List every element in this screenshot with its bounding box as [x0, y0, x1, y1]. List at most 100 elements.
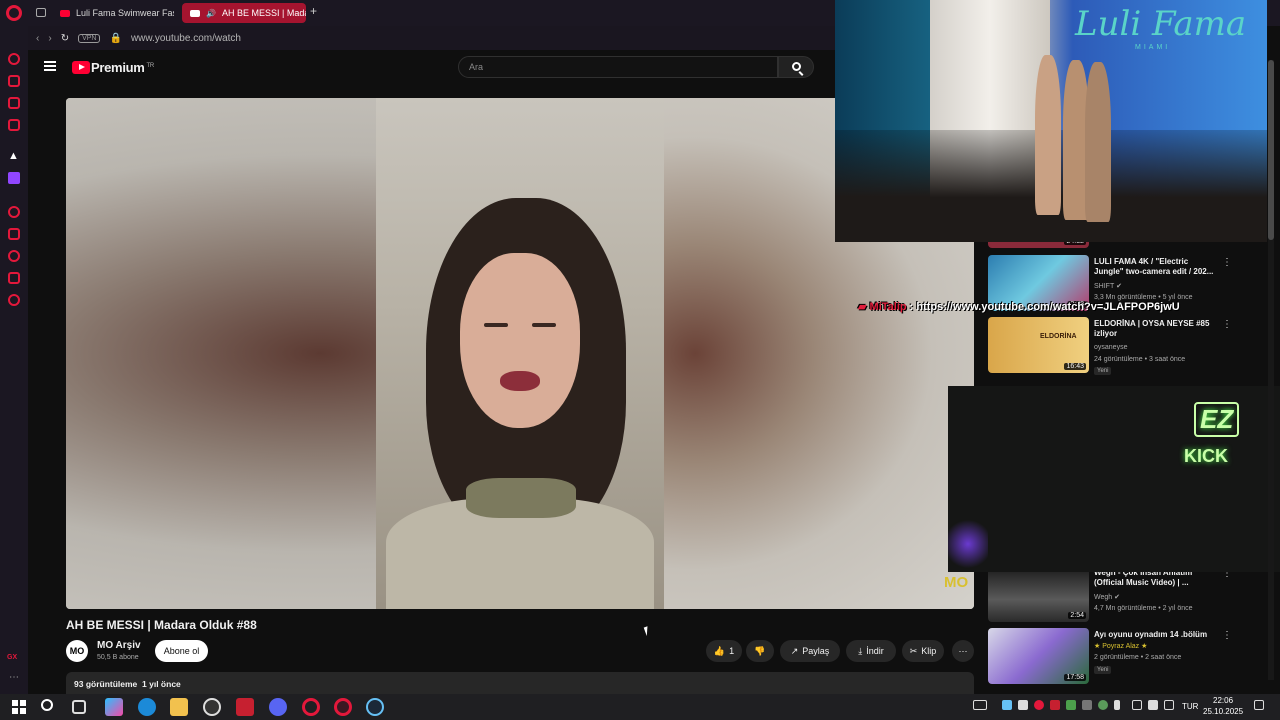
clip-button[interactable]: ✂ Klip [902, 640, 944, 662]
youtube-logo-icon[interactable] [72, 61, 90, 74]
scrollbar-thumb[interactable] [1268, 60, 1274, 240]
search-icon [792, 62, 801, 71]
task-view-icon[interactable] [72, 700, 86, 714]
verified-icon: ✔ [1114, 594, 1120, 601]
dislike-button[interactable]: 👎 [746, 640, 774, 662]
download-button[interactable]: ⤓ İndir [846, 640, 896, 662]
url-field[interactable]: www.youtube.com/watch [131, 33, 241, 44]
clock-time[interactable]: 22:06 [1213, 696, 1233, 705]
streamer-webcam-overlay: EZ KICK [948, 386, 1280, 572]
bag-icon[interactable] [8, 75, 20, 87]
video-thumbnail[interactable]: ELDORİNA 16:43 [988, 317, 1089, 373]
recommendation-title[interactable]: LULI FAMA 4K / "Electric Jungle" two-cam… [1094, 257, 1218, 277]
search-input[interactable]: Ara [458, 56, 778, 78]
language-indicator[interactable]: TUR [1182, 702, 1198, 711]
tray-app-icon[interactable] [1050, 700, 1060, 710]
search-icon[interactable] [41, 699, 53, 711]
page-scrollbar[interactable] [1268, 60, 1274, 680]
tray-app-icon[interactable] [1082, 700, 1092, 710]
player-icon[interactable] [8, 206, 20, 218]
tab-ah-be-messi[interactable]: 🔊 AH BE MESSI | Madar [182, 3, 306, 23]
notifications-icon[interactable] [1254, 700, 1264, 710]
kebab-menu-icon[interactable]: ⋮ [1222, 319, 1232, 330]
volume-icon[interactable] [1148, 700, 1158, 710]
verified-icon: ✔ [1116, 283, 1122, 290]
steam-icon[interactable] [366, 698, 384, 716]
battery-icon[interactable] [1164, 700, 1174, 710]
pinboard-icon[interactable] [8, 228, 20, 240]
edge-icon[interactable] [138, 698, 156, 716]
tray-app-icon[interactable] [1098, 700, 1108, 710]
share-button[interactable]: ↗ Paylaş [780, 640, 840, 662]
view-count: 93 görüntüleme [74, 679, 138, 689]
search-button[interactable] [778, 56, 814, 78]
clock-date[interactable]: 25.10.2025 [1203, 707, 1243, 716]
messenger-icon[interactable] [8, 97, 20, 109]
kebab-menu-icon[interactable]: ⋮ [1222, 257, 1232, 268]
video-description-box[interactable]: 93 görüntüleme 1 yıl önce [66, 672, 974, 694]
subscriber-count: 50,5 B abone [97, 654, 139, 661]
copilot-icon[interactable] [105, 698, 123, 716]
file-explorer-icon[interactable] [170, 698, 188, 716]
twitch-icon[interactable] [8, 172, 20, 184]
windows-start-icon[interactable] [12, 700, 26, 714]
lock-icon[interactable]: 🔒 [109, 33, 121, 44]
opera-logo-icon[interactable] [6, 5, 22, 21]
tab-overview-icon[interactable] [36, 8, 46, 17]
recommendation-meta: 2 görüntüleme • 2 saat önce [1094, 654, 1182, 661]
youtube-premium-logo[interactable]: Premium TR [91, 60, 154, 75]
obs-icon[interactable] [203, 698, 221, 716]
recommendation-title[interactable]: Ayı oyunu oynadım 14 .bölüm [1094, 630, 1218, 640]
more-actions-button[interactable]: ⋯ [952, 640, 974, 662]
opera-gx-icon[interactable] [334, 698, 352, 716]
new-tab-button[interactable]: + [310, 4, 317, 18]
recommendation-channel[interactable]: SHIFT [1094, 283, 1114, 290]
channel-name[interactable]: MO Arşiv [97, 640, 141, 651]
person-face [460, 253, 580, 428]
voicemod-icon[interactable] [236, 698, 254, 716]
thumbs-up-icon: 👍 [713, 645, 726, 656]
tray-app-icon[interactable] [1018, 700, 1028, 710]
gx-icon[interactable]: GX [7, 654, 17, 661]
arc-icon[interactable]: ▲ [8, 150, 19, 162]
opera-icon[interactable] [302, 698, 320, 716]
discord-icon[interactable] [269, 698, 287, 716]
like-button[interactable]: 👍 1 [706, 640, 742, 662]
speaker-icon[interactable]: 🔊 [206, 9, 216, 18]
back-icon[interactable]: ‹ [36, 33, 39, 44]
forward-icon[interactable]: › [48, 33, 51, 44]
tray-app-icon[interactable] [1034, 700, 1044, 710]
recommendation-title[interactable]: ELDORİNA | OYSA NEYSE #85 izliyor [1094, 319, 1218, 339]
recommendation-item[interactable]: 17:58 Ayı oyunu oynadım 14 .bölüm ★ Poyr… [988, 628, 1232, 686]
recommendation-channel[interactable]: oysaneyse [1094, 344, 1127, 351]
new-badge: Yeni [1094, 367, 1112, 375]
reload-icon[interactable]: ↻ [61, 33, 69, 44]
tray-app-icon[interactable] [1066, 700, 1076, 710]
vpn-badge[interactable]: VPN [78, 33, 101, 43]
history-icon[interactable] [8, 250, 20, 262]
news-icon[interactable] [8, 119, 20, 131]
menu-icon[interactable] [44, 61, 56, 71]
kebab-menu-icon[interactable]: ⋮ [1222, 630, 1232, 641]
keyboard-icon[interactable] [973, 700, 987, 710]
recommendation-channel[interactable]: Wegh [1094, 594, 1112, 601]
video-title: AH BE MESSI | Madara Olduk #88 [66, 618, 257, 632]
share-icon: ↗ [790, 645, 799, 656]
extensions-icon[interactable] [8, 272, 20, 284]
recommendation-channel[interactable]: ★ Poyraz Alaz ★ [1094, 642, 1147, 650]
recommendation-item[interactable]: ELDORİNA 16:43 ELDORİNA | OYSA NEYSE #85… [988, 317, 1232, 375]
chat-username: MiTalip [869, 301, 907, 313]
channel-avatar[interactable]: MO [66, 640, 88, 662]
network-icon[interactable] [1132, 700, 1142, 710]
video-thumbnail[interactable]: 17:58 [988, 628, 1089, 684]
settings-icon[interactable] [8, 294, 20, 306]
tray-app-icon[interactable] [1002, 700, 1012, 710]
more-icon[interactable]: ⋯ [9, 672, 19, 683]
recommendation-item[interactable]: 2:54 Wegh - Çok İnsan Anlatım (Official … [988, 566, 1232, 624]
microphone-icon[interactable] [1114, 700, 1120, 710]
channel-watermark[interactable]: MO [944, 574, 968, 591]
video-thumbnail[interactable]: 2:54 [988, 566, 1089, 622]
tab-luli-fama[interactable]: Luli Fama Swimwear Fash [52, 3, 174, 23]
subscribe-button[interactable]: Abone ol [155, 640, 208, 662]
ai-icon[interactable] [8, 53, 20, 65]
